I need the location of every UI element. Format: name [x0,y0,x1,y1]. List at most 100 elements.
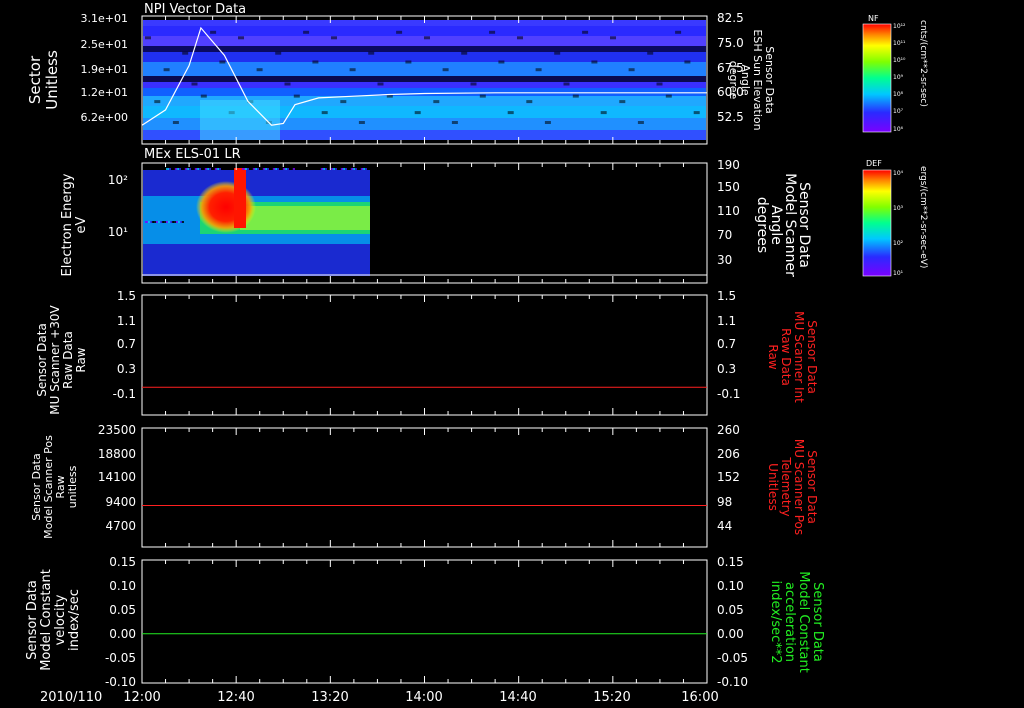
colorbar-tick: 10¹⁰ [893,57,906,64]
right-tick-label: 1.5 [717,289,736,303]
heatmap-gap [210,30,217,34]
heatmap-gap [684,60,691,64]
colorbar-title: DEF [866,159,882,168]
right-label-line: Sensor Data [805,320,819,394]
right-tick-label: 0.05 [717,603,744,617]
heatmap-gap [396,30,403,34]
noise-pixel [145,221,148,223]
heatmap-gap [200,94,207,98]
right-label-line: Unitless [766,463,780,511]
ytick-label: -0.1 [113,387,136,401]
heatmap-gap [312,60,319,64]
heatmap-gap [637,121,644,124]
axis-ticks [141,428,708,547]
right-label-line: index/sec**2 [768,580,783,663]
right-axis-label: Sensor Data Model Scanner Angle degrees [754,173,812,277]
right-label-line: degrees [754,197,770,253]
time-axis: 2010/110 12:00 12:40 13:20 14:00 14:40 1… [40,690,719,705]
right-axis-label: Sensor Data MU Scanner Pos Telemetry Uni… [766,439,819,535]
ytick-label: 18800 [98,447,136,461]
noise-pixel [166,168,169,170]
spectrogram-burst [196,181,256,233]
right-label-line: Sensor Data [810,582,825,662]
heatmap-gap [433,100,440,104]
right-label-line: degree [727,61,740,100]
y-tick-labels: 3.1e+01 2.5e+01 1.9e+01 1.2e+01 6.2e+00 [81,12,128,124]
heatmap-gap [368,51,375,55]
axis-ticks [141,295,708,415]
ytick-label: 1.1 [117,314,136,328]
right-label-line: Model Constant [796,571,811,673]
heatmap-gap [591,60,598,64]
colorbar-tick: 10⁴ [893,170,904,177]
right-tick-label: 206 [717,447,740,461]
heatmap-band [143,62,706,76]
right-label-line: Sensor Data [805,450,819,524]
noise-pixel [144,168,147,170]
y-axis-label: Sector Unitless [26,50,61,110]
colorbar-def: DEF 10⁴ 10³ 10² 10¹ ergs/(cm**2-sr-sec-e… [862,159,928,277]
colorbar-nf: NF 10¹² 10¹¹ 10¹⁰ 10⁹ 10⁸ 10⁷ 10⁶ cnts/(… [862,14,928,133]
right-tick-label: 82.5 [717,11,744,25]
heatmap-gap [628,68,635,72]
heatmap-band [143,76,706,82]
y-axis-label: Sensor Data Model Constant velocity inde… [25,569,82,671]
heatmap-gap [498,60,505,64]
heatmap-gap [349,68,356,72]
heatmap-gap [424,36,430,40]
heatmap-band [143,82,706,88]
plot-frame [141,427,708,548]
heatmap-gap [610,36,616,40]
ytick-label: -0.10 [105,675,136,689]
heatmap-gap [517,36,523,40]
heatmap-gap [321,111,328,115]
heatmap-gap [182,51,189,55]
heatmap-gap [256,68,263,72]
ytick-label: 1.5 [117,289,136,303]
heatmap-gap [405,60,412,64]
ytick-label: 0.05 [109,603,136,617]
ytick-label: 0.7 [117,337,136,351]
date-label: 2010/110 [40,690,102,705]
right-tick-label: 260 [717,423,740,437]
time-tick-label: 15:20 [593,690,630,705]
colorbar-tick: 10⁸ [893,91,904,98]
right-label-line: Raw [766,344,780,369]
colorbar-tick: 10¹² [893,23,906,30]
heatmap-band [143,46,706,52]
heatmap-gap [619,100,626,104]
ytick-label: 10² [108,173,128,187]
heatmap-gap [145,36,151,40]
colorbar-tick: 10⁶ [893,126,904,133]
right-tick-label: 0.00 [717,627,744,641]
panel-els: MEx ELS-01 LR 10² 10¹ 190 150 110 70 30 … [60,147,812,284]
panel-mu-30v: 1.5 1.1 0.7 0.3 -0.1 1.5 1.1 0.7 0.3 -0.… [35,289,819,416]
y-axis-label: Sensor Data Model Scanner Pos Raw unitle… [30,435,79,539]
colorbar-tick: 10² [893,240,904,247]
ytick-label: 6.2e+00 [81,111,128,124]
colorbar-ticks: 10¹² 10¹¹ 10¹⁰ 10⁹ 10⁸ 10⁷ 10⁶ [893,23,906,133]
heatmap-gap [535,68,542,72]
heatmap-gap [293,94,300,98]
right-tick-label: 0.3 [717,362,736,376]
right-tick-label: 98 [717,495,732,509]
right-label-line: Telemetry [779,456,793,516]
noise-pixel [316,168,319,170]
y-label-line: index/sec [67,589,82,651]
heatmap-gap [331,36,337,40]
heatmap-gap [340,100,347,104]
heatmap-band [143,26,706,36]
right-tick-label: -0.05 [717,651,748,665]
time-tick-label: 14:40 [499,690,536,705]
ytick-label: 10¹ [108,225,128,239]
colorbar-tick: 10⁷ [893,108,904,115]
ytick-label: 0.3 [117,362,136,376]
heatmap-gap [526,100,533,104]
ytick-label: 0.10 [109,579,136,593]
heatmap-gap [377,82,384,86]
heatmap-gap [154,100,161,104]
right-tick-label: 52.5 [717,110,744,124]
ytick-label: -0.05 [105,651,136,665]
y-label-line: velocity [53,594,68,645]
colorbar-tick: 10¹ [893,270,904,277]
